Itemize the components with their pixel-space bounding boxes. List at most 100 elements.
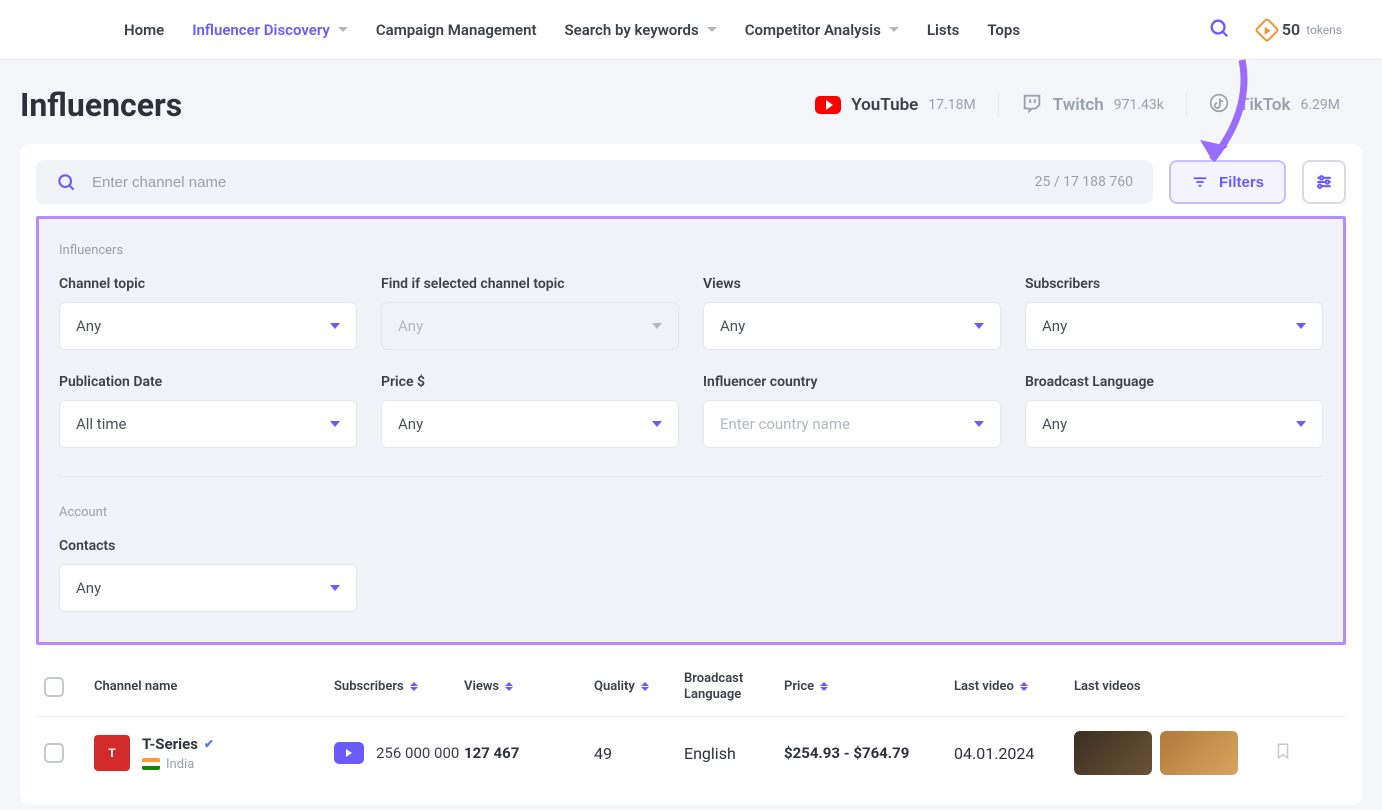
select-language[interactable]: Any: [1025, 400, 1323, 448]
select-channel-topic[interactable]: Any: [59, 302, 357, 350]
filter-price: Price $ Any: [381, 374, 679, 448]
settings-button[interactable]: [1302, 160, 1346, 204]
quality-value: 49: [594, 744, 684, 763]
sort-icon: [820, 682, 828, 691]
sliders-icon: [1314, 172, 1334, 192]
tiktok-icon: [1209, 93, 1229, 117]
col-quality[interactable]: Quality: [594, 679, 684, 694]
chevron-down-icon: [330, 323, 340, 329]
filters-section-influencers: Influencers: [59, 243, 1323, 258]
video-thumbnail[interactable]: [1160, 731, 1238, 775]
search-icon: [56, 172, 76, 192]
youtube-icon: [815, 96, 841, 114]
col-last-videos: Last videos: [1074, 679, 1274, 694]
language-value: English: [684, 744, 784, 763]
chevron-down-icon: [338, 27, 348, 32]
filter-language: Broadcast Language Any: [1025, 374, 1323, 448]
tokens-label: tokens: [1306, 23, 1342, 37]
tokens-count: 50: [1282, 20, 1300, 39]
channel-cell[interactable]: T T-Series✔ India: [94, 735, 334, 772]
search-result-count: 25 / 17 188 760: [1035, 174, 1133, 190]
select-price[interactable]: Any: [381, 400, 679, 448]
token-icon: [1254, 17, 1279, 42]
verified-icon: ✔: [204, 737, 214, 751]
select-subscribers[interactable]: Any: [1025, 302, 1323, 350]
divider: [59, 476, 1323, 477]
chevron-down-icon: [652, 421, 662, 427]
sort-icon: [1020, 682, 1028, 691]
filter-publication-date: Publication Date All time: [59, 374, 357, 448]
table-row: T T-Series✔ India 256 000 000 127 467 49…: [36, 716, 1346, 789]
filter-country: Influencer country Enter country name: [703, 374, 1001, 448]
select-country[interactable]: Enter country name: [703, 400, 1001, 448]
chevron-down-icon: [652, 323, 662, 329]
sort-icon: [410, 682, 418, 691]
search-icon[interactable]: [1208, 17, 1230, 43]
platform-tiktok[interactable]: TikTok 6.29M: [1186, 93, 1362, 117]
chevron-down-icon: [330, 421, 340, 427]
channel-name: T-Series✔: [142, 735, 214, 753]
video-thumbnails[interactable]: [1074, 731, 1274, 775]
chevron-down-icon: [974, 421, 984, 427]
chevron-down-icon: [974, 323, 984, 329]
platform-twitch[interactable]: Twitch 971.43k: [998, 92, 1186, 118]
chevron-down-icon: [330, 585, 340, 591]
search-card: 25 / 17 188 760 Filters Influencers Chan…: [20, 144, 1362, 805]
col-broadcast[interactable]: Broadcast Language: [684, 671, 784, 702]
chevron-down-icon: [707, 27, 717, 32]
select-find-if-topic: Any: [381, 302, 679, 350]
select-views[interactable]: Any: [703, 302, 1001, 350]
filters-panel: Influencers Channel topic Any Find if se…: [36, 216, 1346, 645]
platform-youtube[interactable]: YouTube 17.18M: [793, 95, 997, 115]
row-checkbox[interactable]: [44, 743, 64, 763]
top-nav: Home Influencer Discovery Campaign Manag…: [0, 0, 1382, 60]
filter-icon: [1191, 173, 1209, 191]
filters-section-account: Account: [59, 505, 1323, 520]
filter-subscribers: Subscribers Any: [1025, 276, 1323, 350]
channel-avatar: T: [94, 735, 130, 771]
chevron-down-icon: [889, 27, 899, 32]
col-subscribers[interactable]: Subscribers: [334, 679, 464, 694]
filters-button[interactable]: Filters: [1169, 160, 1286, 204]
filter-views: Views Any: [703, 276, 1001, 350]
nav-competitor-analysis[interactable]: Competitor Analysis: [745, 21, 899, 39]
col-price[interactable]: Price: [784, 679, 954, 694]
twitch-icon: [1021, 92, 1043, 118]
filter-find-if-topic: Find if selected channel topic Any: [381, 276, 679, 350]
flag-icon: [142, 758, 160, 770]
youtube-play-button[interactable]: [334, 742, 364, 764]
page-title: Influencers: [20, 86, 182, 124]
page-header: Influencers YouTube 17.18M Twitch 971.43…: [20, 86, 1362, 144]
nav-home[interactable]: Home: [124, 21, 164, 39]
price-value: $254.93 - $764.79: [784, 744, 954, 762]
filter-contacts: Contacts Any: [59, 538, 357, 612]
col-channel[interactable]: Channel name: [94, 679, 334, 694]
nav-campaign-management[interactable]: Campaign Management: [376, 21, 537, 39]
col-views[interactable]: Views: [464, 679, 594, 694]
chevron-down-icon: [1296, 323, 1306, 329]
chevron-down-icon: [1296, 421, 1306, 427]
select-all-checkbox[interactable]: [44, 677, 64, 697]
search-input[interactable]: [92, 174, 1019, 191]
results-table: Channel name Subscribers Views Quality B…: [36, 657, 1346, 789]
nav-tops[interactable]: Tops: [987, 21, 1020, 39]
sort-icon: [641, 682, 649, 691]
nav-influencer-discovery[interactable]: Influencer Discovery: [192, 21, 348, 39]
views-value: 127 467: [464, 744, 594, 762]
nav-search-keywords[interactable]: Search by keywords: [565, 21, 717, 39]
search-box: 25 / 17 188 760: [36, 160, 1153, 204]
bookmark-button[interactable]: [1274, 740, 1324, 766]
platform-tabs: YouTube 17.18M Twitch 971.43k TikTok 6.2…: [793, 92, 1362, 118]
subscribers-value: 256 000 000: [376, 744, 459, 762]
filter-channel-topic: Channel topic Any: [59, 276, 357, 350]
select-publication-date[interactable]: All time: [59, 400, 357, 448]
channel-country: India: [142, 757, 214, 772]
select-contacts[interactable]: Any: [59, 564, 357, 612]
last-video-date: 04.01.2024: [954, 744, 1074, 763]
nav-lists[interactable]: Lists: [927, 21, 959, 39]
video-thumbnail[interactable]: [1074, 731, 1152, 775]
table-header: Channel name Subscribers Views Quality B…: [36, 657, 1346, 716]
tokens-badge[interactable]: 50 tokens: [1258, 20, 1342, 39]
col-last-video[interactable]: Last video: [954, 679, 1074, 694]
sort-icon: [505, 682, 513, 691]
